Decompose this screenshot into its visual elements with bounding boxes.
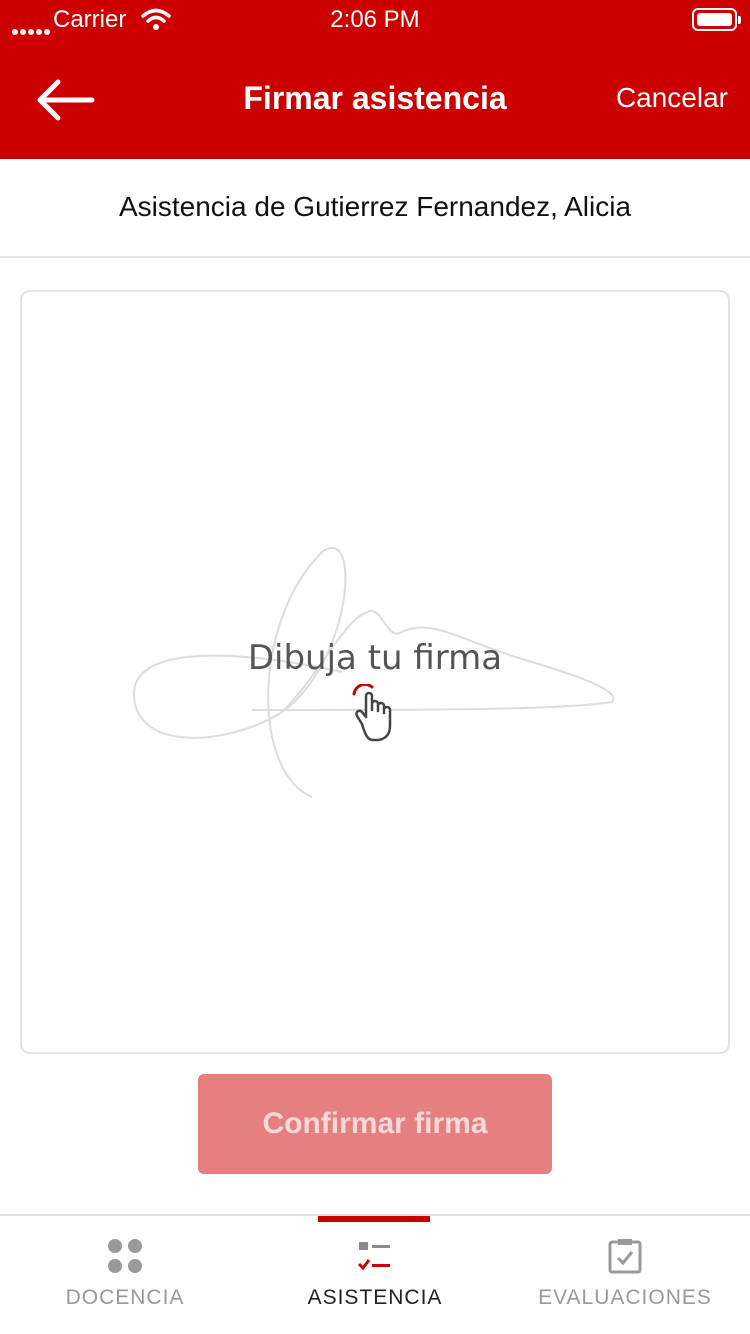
cancel-button[interactable]: Cancelar: [616, 82, 728, 114]
tab-label-asistencia: ASISTENCIA: [307, 1286, 443, 1309]
attendee-name: Asistencia de Gutierrez Fernandez, Alici…: [118, 191, 632, 222]
confirm-signature-button[interactable]: Confirmar firma: [198, 1074, 552, 1174]
attendance-subheader: Asistencia de Gutierrez Fernandez, Alici…: [0, 159, 750, 258]
hand-pointer-icon: [352, 684, 392, 742]
signature-pad[interactable]: Dibuja tu firma: [20, 290, 730, 1054]
tab-docencia[interactable]: DOCENCIA: [0, 1216, 250, 1334]
checklist-icon: [357, 1242, 390, 1271]
tab-label-docencia: DOCENCIA: [65, 1286, 185, 1309]
navigation-header: Carrier 2:06 PM Firmar asistencia Cancel…: [0, 0, 750, 159]
grid-dots-icon: [108, 1239, 142, 1273]
clipboard-check-icon: [608, 1239, 642, 1274]
tab-evaluaciones[interactable]: EVALUACIONES: [500, 1216, 750, 1334]
status-bar: Carrier 2:06 PM: [0, 0, 750, 40]
bottom-tab-bar: DOCENCIA ASISTENCIA EVALUACIONES: [0, 1214, 750, 1334]
status-time: 2:06 PM: [330, 6, 420, 33]
signature-placeholder: Dibuja tu firma: [247, 638, 503, 678]
tab-asistencia[interactable]: ASISTENCIA: [250, 1216, 500, 1334]
battery-icon: [692, 8, 741, 31]
tab-label-evaluaciones: EVALUACIONES: [538, 1286, 712, 1309]
